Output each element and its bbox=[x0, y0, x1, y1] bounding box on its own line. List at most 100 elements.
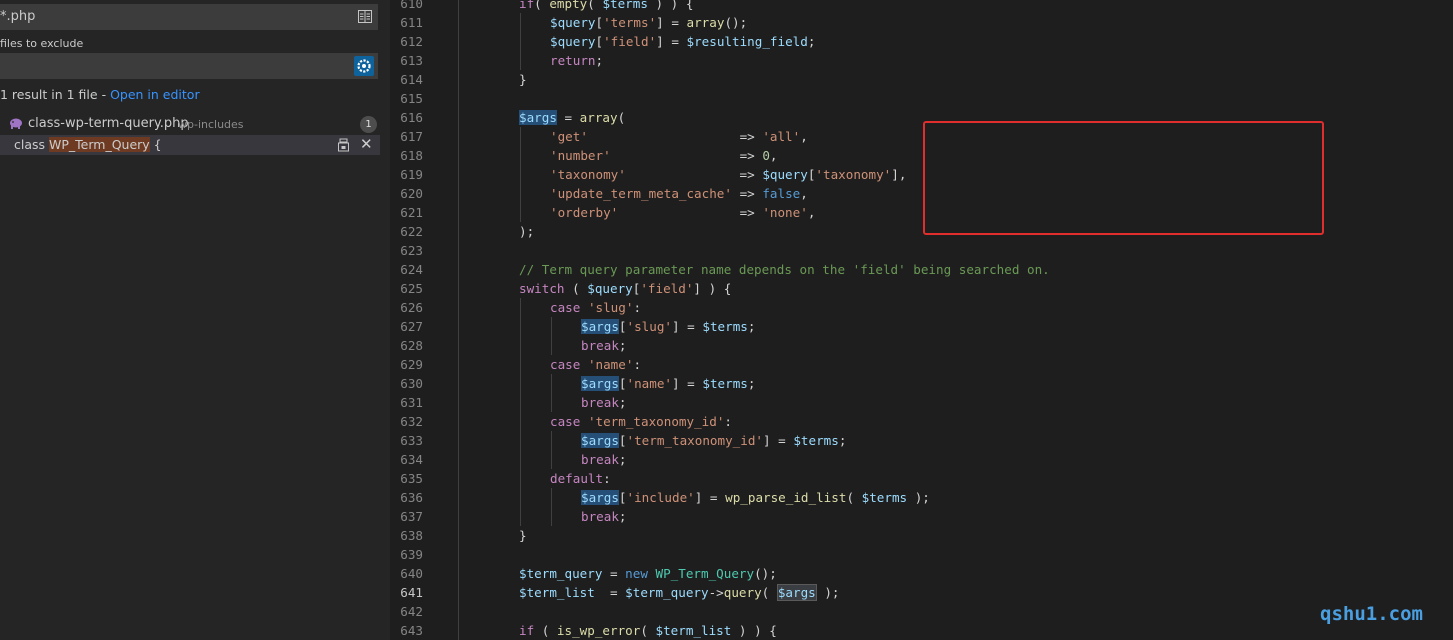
code-token: 'get' bbox=[550, 129, 588, 144]
code-token: $query bbox=[550, 15, 596, 30]
code-text: ); bbox=[519, 222, 534, 241]
code-line: 629 case 'name': bbox=[390, 355, 1453, 374]
code-line: 625 switch ( $query['field'] ) { bbox=[390, 279, 1453, 298]
code-token: -> bbox=[708, 585, 724, 600]
indent-guide bbox=[458, 70, 459, 89]
code-text: switch ( $query['field'] ) { bbox=[519, 279, 731, 298]
code-text: case 'name': bbox=[550, 355, 641, 374]
code-token: , bbox=[800, 129, 808, 144]
code-token: WP_Term_Query bbox=[655, 566, 755, 581]
indent-guide bbox=[520, 146, 521, 165]
code-token: false bbox=[762, 186, 801, 201]
code-token: 'field' bbox=[603, 34, 657, 49]
code-token: query bbox=[723, 585, 762, 600]
code-token: ; bbox=[618, 452, 627, 467]
code-text: $query['terms'] = array(); bbox=[550, 13, 747, 32]
code-token: ( bbox=[564, 281, 588, 296]
code-token: ( bbox=[761, 585, 777, 600]
line-number: 637 bbox=[400, 509, 423, 524]
code-token: new bbox=[625, 566, 648, 581]
code-text: if ( is_wp_error( $term_list ) ) { bbox=[519, 621, 777, 640]
code-token: [ bbox=[618, 319, 627, 334]
line-number: 621 bbox=[400, 205, 423, 220]
code-token: case bbox=[550, 300, 581, 315]
code-token: $args bbox=[581, 490, 619, 505]
code-text: // Term query parameter name depends on … bbox=[519, 260, 1050, 279]
code-token: ( bbox=[534, 623, 557, 638]
line-number: 641 bbox=[400, 585, 423, 600]
code-token: 'term_taxonomy_id' bbox=[626, 433, 763, 448]
result-file-row[interactable]: class-wp-term-query.php wp-includes 1 bbox=[0, 114, 380, 134]
files-to-include-input[interactable]: *.php bbox=[0, 4, 378, 30]
code-token: $args bbox=[581, 433, 619, 448]
code-token: ; bbox=[618, 395, 627, 410]
code-token: ); bbox=[519, 224, 535, 239]
code-token: ( bbox=[587, 0, 603, 11]
search-match-row[interactable]: class WP_Term_Query { ✕ bbox=[0, 135, 380, 155]
indent-guide bbox=[458, 374, 459, 393]
indent-guide bbox=[520, 488, 521, 507]
code-token: = bbox=[602, 566, 626, 581]
code-token: array bbox=[579, 110, 618, 125]
code-token: $terms bbox=[702, 319, 748, 334]
indent-guide bbox=[520, 127, 521, 146]
indent-guide bbox=[458, 279, 459, 298]
code-token: , bbox=[800, 186, 808, 201]
code-token: break bbox=[581, 509, 619, 524]
code-token: 'number' bbox=[550, 148, 611, 163]
code-token: $args bbox=[776, 584, 817, 601]
indent-guide bbox=[458, 412, 459, 431]
code-text: case 'term_taxonomy_id': bbox=[550, 412, 732, 431]
indent-guide bbox=[520, 317, 521, 336]
result-file-dir: wp-includes bbox=[178, 118, 244, 131]
code-token: $query bbox=[587, 281, 633, 296]
code-text: if( empty( $terms ) ) { bbox=[519, 0, 693, 13]
code-token: 'slug' bbox=[626, 319, 673, 334]
code-token: => bbox=[731, 186, 763, 201]
code-line: 628 break; bbox=[390, 336, 1453, 355]
code-token: $query bbox=[762, 167, 808, 182]
code-line: 632 case 'term_taxonomy_id': bbox=[390, 412, 1453, 431]
code-token: ); bbox=[816, 585, 840, 600]
line-number: 619 bbox=[400, 167, 423, 182]
indent-guide bbox=[458, 488, 459, 507]
line-number: 629 bbox=[400, 357, 423, 372]
book-icon[interactable] bbox=[358, 10, 372, 23]
code-token: [ bbox=[618, 490, 627, 505]
close-icon[interactable]: ✕ bbox=[360, 135, 373, 153]
files-to-exclude-input[interactable] bbox=[0, 53, 378, 79]
indent-guide bbox=[458, 127, 459, 146]
code-token: 'terms' bbox=[603, 15, 657, 30]
replace-icon[interactable] bbox=[337, 138, 350, 152]
line-number: 617 bbox=[400, 129, 423, 144]
code-token: ] = bbox=[672, 376, 703, 391]
code-token: break bbox=[581, 395, 619, 410]
code-line: 637 break; bbox=[390, 507, 1453, 526]
indent-guide bbox=[520, 450, 521, 469]
code-token: wp_parse_id_list bbox=[725, 490, 847, 505]
code-line: 635 default: bbox=[390, 469, 1453, 488]
code-text: $args['include'] = wp_parse_id_list( $te… bbox=[581, 488, 930, 507]
code-token: case bbox=[550, 357, 581, 372]
code-token: (); bbox=[754, 566, 777, 581]
line-number: 615 bbox=[400, 91, 423, 106]
open-in-editor-link[interactable]: Open in editor bbox=[110, 87, 200, 102]
indent-guide bbox=[458, 203, 459, 222]
code-line: 626 case 'slug': bbox=[390, 298, 1453, 317]
indent-guide bbox=[520, 184, 521, 203]
code-token: $query bbox=[550, 34, 596, 49]
code-token: // Term query parameter name depends on … bbox=[519, 262, 1050, 277]
code-text: 'get' => 'all', bbox=[550, 127, 808, 146]
code-token: ); bbox=[907, 490, 930, 505]
line-number: 625 bbox=[400, 281, 423, 296]
result-file-name: class-wp-term-query.php bbox=[28, 116, 189, 131]
code-token: (); bbox=[724, 15, 748, 30]
indent-guide bbox=[551, 431, 552, 450]
code-token: default bbox=[550, 471, 604, 486]
settings-gear-icon[interactable] bbox=[354, 56, 374, 76]
line-number: 616 bbox=[400, 110, 423, 125]
code-token: = bbox=[594, 585, 626, 600]
code-line: 640 $term_query = new WP_Term_Query(); bbox=[390, 564, 1453, 583]
code-editor[interactable]: 610 if( empty( $terms ) ) {611 $query['ter… bbox=[390, 0, 1453, 640]
code-token: ] = bbox=[763, 433, 794, 448]
